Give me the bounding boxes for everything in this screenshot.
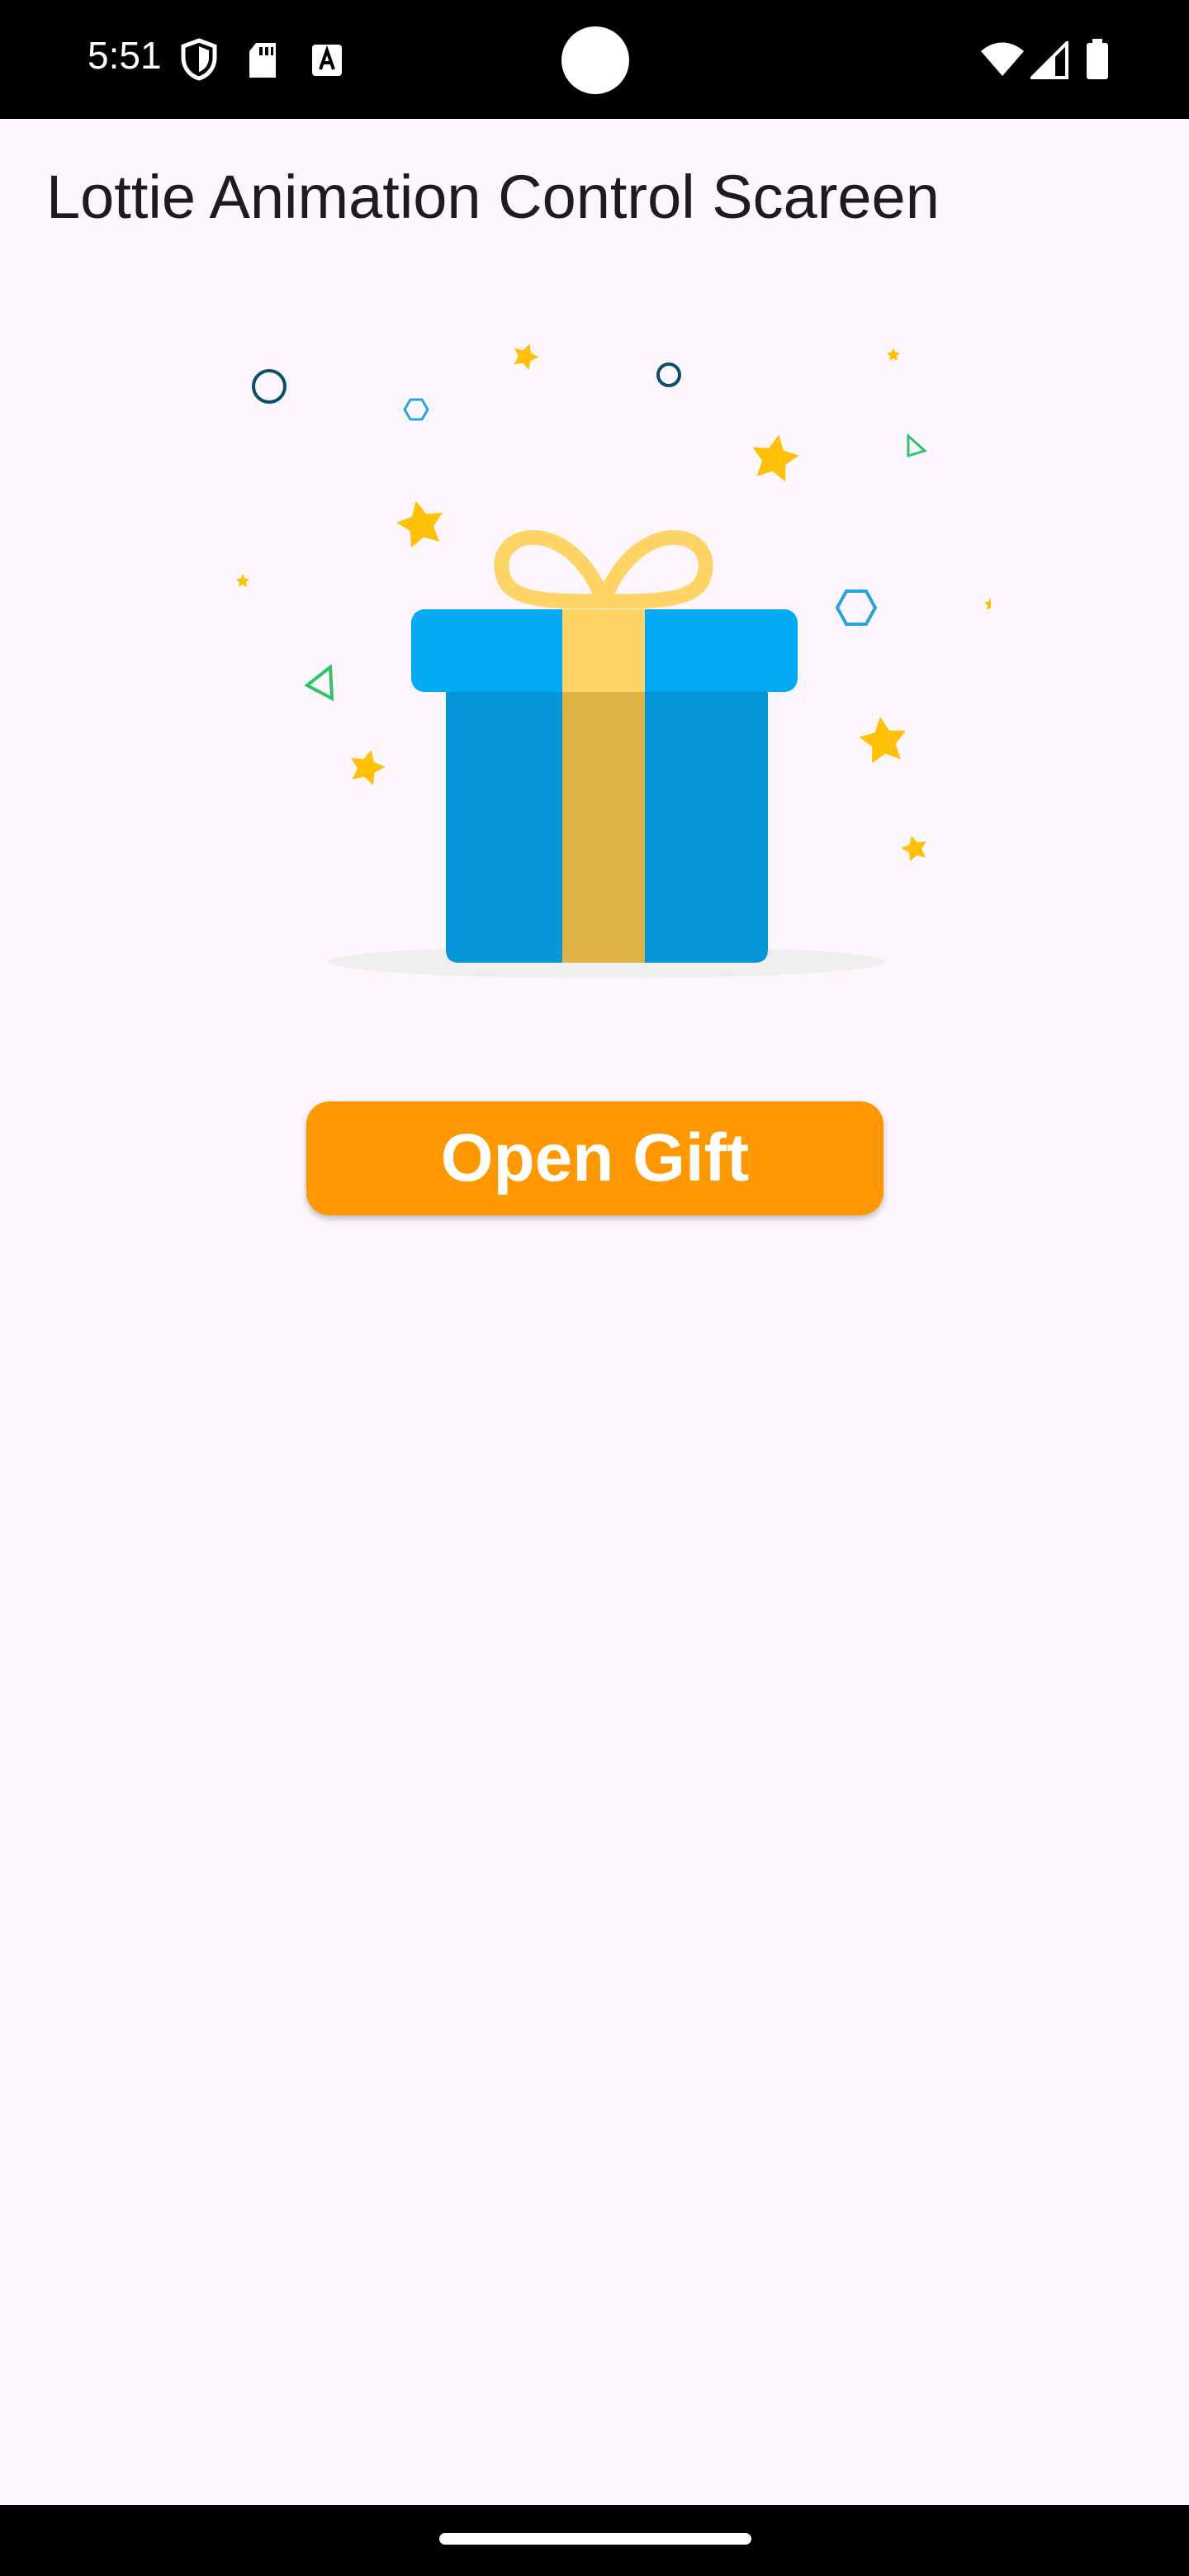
- circle-shape: [656, 362, 681, 387]
- font-a-icon: [312, 45, 342, 76]
- wifi-icon: [981, 42, 1024, 76]
- star-shape: [396, 500, 443, 548]
- hexagon-shape: [403, 398, 429, 421]
- star-shape: [514, 343, 539, 370]
- home-indicator[interactable]: [439, 2533, 751, 2545]
- star-shape: [752, 434, 799, 481]
- front-camera: [561, 26, 629, 94]
- battery-icon: [1087, 39, 1108, 79]
- status-time: 5:51: [88, 34, 162, 77]
- status-bar: 5:51: [0, 0, 1189, 119]
- shield-icon: [181, 38, 217, 81]
- gift-bow: [494, 530, 713, 609]
- triangle-shape: [304, 664, 334, 702]
- hexagon-shape: [835, 590, 878, 626]
- gift-ribbon-vertical-dark: [562, 685, 645, 963]
- circle-shape: [252, 369, 287, 404]
- gift-ribbon-vertical-light: [562, 609, 645, 692]
- star-shape: [984, 597, 991, 610]
- open-gift-button[interactable]: Open Gift: [306, 1101, 883, 1215]
- star-shape: [859, 717, 906, 764]
- star-shape: [236, 574, 249, 587]
- star-shape: [351, 750, 386, 786]
- star-shape: [887, 348, 900, 361]
- gift-box-animation: [236, 343, 991, 978]
- page-title: Lottie Animation Control Scareen: [46, 163, 940, 231]
- sd-card-icon: [249, 43, 276, 78]
- signal-icon: [1030, 41, 1068, 79]
- triangle-shape: [907, 433, 927, 458]
- star-shape: [901, 836, 926, 862]
